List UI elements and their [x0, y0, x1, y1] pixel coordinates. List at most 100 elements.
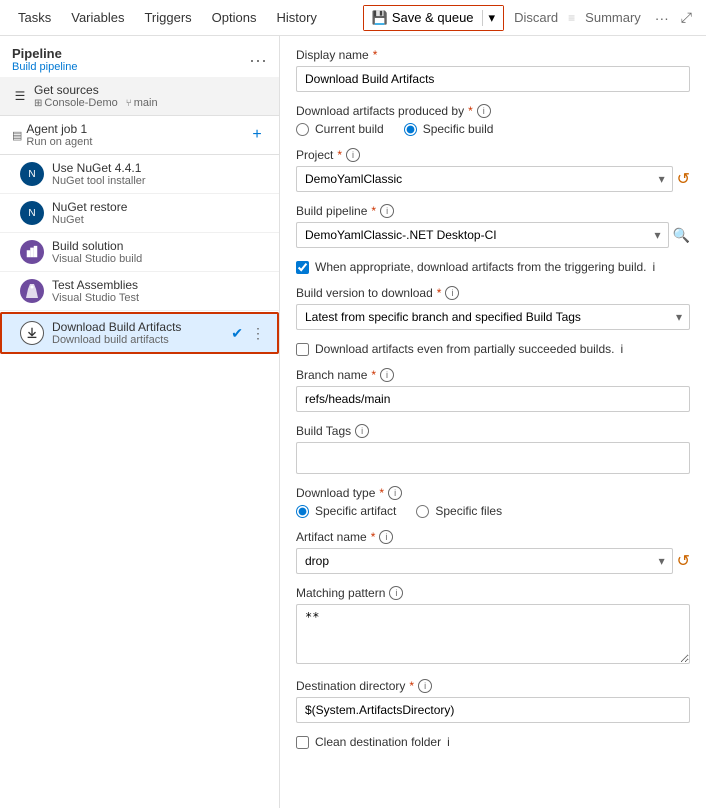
- artifact-name-refresh-button[interactable]: ↺: [677, 551, 690, 571]
- build-version-required: *: [437, 286, 442, 300]
- matching-pattern-input[interactable]: **: [296, 604, 690, 664]
- task-more-icon[interactable]: ⋮: [251, 325, 265, 342]
- artifact-name-label: Artifact name * i: [296, 530, 690, 544]
- task-test-assemblies[interactable]: Test Assemblies Visual Studio Test: [0, 272, 279, 311]
- triggering-info-icon[interactable]: i: [653, 260, 656, 274]
- download-type-field: Download type * i Specific artifact Spec…: [296, 486, 690, 518]
- download-type-label: Download type * i: [296, 486, 690, 500]
- build-pipeline-search-button[interactable]: 🔍: [673, 227, 690, 244]
- artifact-name-required: *: [371, 530, 376, 544]
- get-sources-icon: ☰: [12, 88, 28, 104]
- get-sources-meta: ⊞ Console-Demo ⑂ main: [34, 97, 267, 109]
- save-queue-chevron-icon: ▾: [482, 10, 496, 26]
- matching-pattern-info-icon[interactable]: i: [389, 586, 403, 600]
- nuget-icon: N: [20, 201, 44, 225]
- task-build-solution[interactable]: Build solution Visual Studio build: [0, 233, 279, 272]
- agent-job-subtitle: Run on agent: [26, 136, 92, 148]
- expand-button[interactable]: ⤢: [675, 9, 698, 26]
- task-use-nuget-title: Use NuGet 4.4.1: [52, 161, 267, 175]
- task-download-subtitle: Download build artifacts: [52, 334, 223, 346]
- partial-checkbox[interactable]: Download artifacts even from partially s…: [296, 342, 690, 356]
- build-pipeline-select[interactable]: DemoYamlClassic-.NET Desktop-CI: [296, 222, 669, 248]
- build-pipeline-row: DemoYamlClassic-.NET Desktop-CI 🔍: [296, 222, 690, 248]
- artifact-name-info-icon[interactable]: i: [379, 530, 393, 544]
- pipeline-title: Pipeline: [12, 46, 77, 61]
- summary-button[interactable]: Summary: [577, 0, 649, 35]
- project-label: Project * i: [296, 148, 690, 162]
- artifacts-info-icon[interactable]: i: [477, 104, 491, 118]
- agent-job: ▤ Agent job 1 Run on agent +: [0, 116, 279, 155]
- current-build-radio[interactable]: Current build: [296, 122, 384, 136]
- task-nuget-restore[interactable]: N NuGet restore NuGet: [0, 194, 279, 233]
- display-name-input[interactable]: [296, 66, 690, 92]
- task-download-build-artifacts[interactable]: Download Build Artifacts Download build …: [0, 312, 279, 354]
- build-version-drop-wrapper: Latest from specific branch and specifie…: [296, 304, 690, 330]
- partial-checkbox-field: Download artifacts even from partially s…: [296, 342, 690, 356]
- task-use-nuget[interactable]: N Use NuGet 4.4.1 NuGet tool installer: [0, 155, 279, 194]
- project-select[interactable]: DemoYamlClassic: [296, 166, 673, 192]
- save-queue-button[interactable]: 💾 Save & queue ▾: [363, 5, 504, 31]
- destination-directory-input[interactable]: [296, 697, 690, 723]
- destination-info-icon[interactable]: i: [418, 679, 432, 693]
- clean-destination-checkbox[interactable]: Clean destination folder i: [296, 735, 690, 749]
- artifact-name-drop-wrapper: drop: [296, 548, 673, 574]
- build-tags-field: Build Tags i: [296, 424, 690, 474]
- project-field: Project * i DemoYamlClassic ↺: [296, 148, 690, 192]
- download-type-info-icon[interactable]: i: [388, 486, 402, 500]
- pipeline-header: Pipeline Build pipeline ···: [0, 36, 279, 77]
- task-download-title: Download Build Artifacts: [52, 320, 223, 334]
- nav-tasks[interactable]: Tasks: [8, 0, 61, 35]
- build-version-label: Build version to download * i: [296, 286, 690, 300]
- build-pipeline-field: Build pipeline * i DemoYamlClassic-.NET …: [296, 204, 690, 248]
- agent-job-left: ▤ Agent job 1 Run on agent: [12, 122, 92, 148]
- task-nuget-restore-content: NuGet restore NuGet: [52, 200, 267, 226]
- artifact-name-select[interactable]: drop: [296, 548, 673, 574]
- partial-info-icon[interactable]: i: [620, 342, 623, 356]
- task-build-solution-subtitle: Visual Studio build: [52, 253, 267, 265]
- display-name-label: Display name *: [296, 48, 690, 62]
- project-select-wrapper: DemoYamlClassic ↺: [296, 166, 690, 192]
- task-nuget-restore-title: NuGet restore: [52, 200, 267, 214]
- branch-name-input[interactable]: [296, 386, 690, 412]
- nav-history[interactable]: History: [266, 0, 326, 35]
- specific-files-radio[interactable]: Specific files: [416, 504, 502, 518]
- build-tags-info-icon[interactable]: i: [355, 424, 369, 438]
- task-check-icon: ✔: [231, 325, 243, 342]
- build-pipeline-required: *: [371, 204, 376, 218]
- task-use-nuget-content: Use NuGet 4.4.1 NuGet tool installer: [52, 161, 267, 187]
- get-sources-item[interactable]: ☰ Get sources ⊞ Console-Demo ⑂ main: [0, 77, 279, 116]
- build-tags-input[interactable]: [296, 442, 690, 474]
- build-version-select[interactable]: Latest from specific branch and specifie…: [296, 304, 690, 330]
- more-options-button[interactable]: ···: [649, 10, 675, 26]
- clean-destination-field: Clean destination folder i: [296, 735, 690, 749]
- build-version-info-icon[interactable]: i: [445, 286, 459, 300]
- pipeline-subtitle[interactable]: Build pipeline: [12, 61, 77, 73]
- project-info-icon[interactable]: i: [346, 148, 360, 162]
- matching-pattern-label: Matching pattern i: [296, 586, 690, 600]
- nav-triggers[interactable]: Triggers: [134, 0, 201, 35]
- project-refresh-button[interactable]: ↺: [677, 169, 690, 189]
- nav-variables[interactable]: Variables: [61, 0, 134, 35]
- build-pipeline-info-icon[interactable]: i: [380, 204, 394, 218]
- right-panel: Display name * Download artifacts produc…: [280, 36, 706, 808]
- build-pipeline-label: Build pipeline * i: [296, 204, 690, 218]
- pipeline-more-icon[interactable]: ···: [249, 51, 267, 69]
- specific-build-radio[interactable]: Specific build: [404, 122, 494, 136]
- save-queue-main[interactable]: 💾 Save & queue ▾: [364, 6, 503, 30]
- destination-required: *: [409, 679, 414, 693]
- task-use-nuget-subtitle: NuGet tool installer: [52, 175, 267, 187]
- discard-button[interactable]: Discard: [506, 0, 566, 35]
- nav-options[interactable]: Options: [202, 0, 267, 35]
- project-required: *: [337, 148, 342, 162]
- display-name-required: *: [373, 48, 378, 62]
- branch-icon: ⑂: [126, 98, 132, 109]
- clean-destination-info-icon[interactable]: i: [447, 735, 450, 749]
- specific-artifact-radio[interactable]: Specific artifact: [296, 504, 396, 518]
- build-version-field: Build version to download * i Latest fro…: [296, 286, 690, 330]
- save-icon: 💾: [372, 10, 388, 26]
- branch-info-icon[interactable]: i: [380, 368, 394, 382]
- add-task-button[interactable]: +: [247, 125, 267, 145]
- triggering-checkbox[interactable]: When appropriate, download artifacts fro…: [296, 260, 690, 274]
- nuget-installer-icon: N: [20, 162, 44, 186]
- download-icon: [20, 321, 44, 345]
